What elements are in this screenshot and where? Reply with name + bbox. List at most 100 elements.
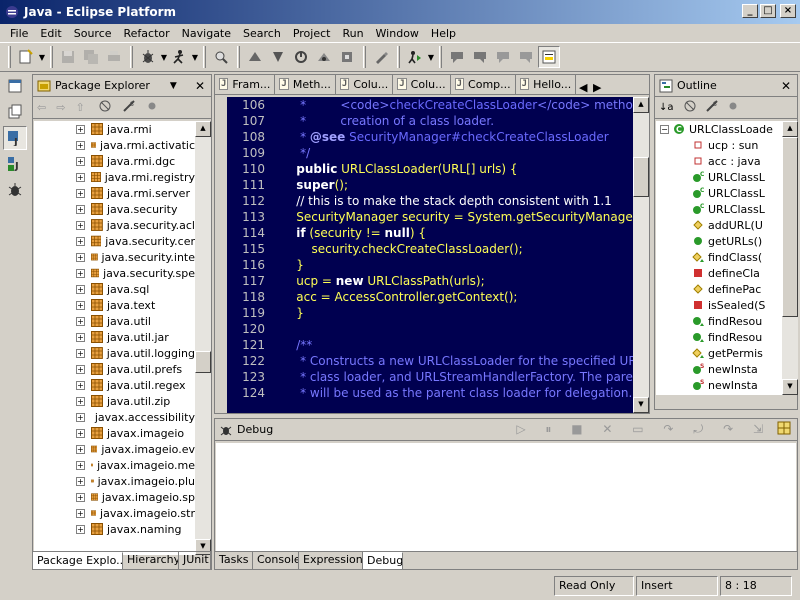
package-tree-item[interactable]: + javax.accessibility xyxy=(34,409,195,425)
new-wizard-icon[interactable] xyxy=(15,46,37,68)
hide-nonpublic-icon[interactable] xyxy=(728,101,738,114)
expand-icon[interactable]: + xyxy=(76,236,85,246)
scroll-down-icon[interactable]: ▼ xyxy=(782,379,798,395)
new-dropdown-arrow[interactable]: ▼ xyxy=(38,46,46,68)
outline-item[interactable]: C URLClassL xyxy=(656,169,782,185)
outline-item[interactable]: SnewInsta xyxy=(656,377,782,393)
debug-icon[interactable] xyxy=(137,46,159,68)
menu-edit[interactable]: Edit xyxy=(34,27,67,40)
collapse-icon[interactable] xyxy=(147,101,157,114)
expand-icon[interactable]: + xyxy=(76,476,85,486)
expand-icon[interactable]: + xyxy=(76,252,85,262)
expand-icon[interactable]: + xyxy=(76,124,85,134)
package-tree-item[interactable]: + java.util.logging xyxy=(34,345,195,361)
forward-icon[interactable] xyxy=(515,46,537,68)
debug-content[interactable] xyxy=(216,443,796,551)
package-tree-item[interactable]: + javax.imageio.ev xyxy=(34,441,195,457)
package-tree-item[interactable]: + java.rmi.registry xyxy=(34,169,195,185)
editor-tab[interactable]: J Comp... xyxy=(451,74,516,94)
outline-item[interactable]: findResou xyxy=(656,313,782,329)
package-tree-item[interactable]: + java.rmi.server xyxy=(34,185,195,201)
close-view-icon[interactable]: ✕ xyxy=(781,79,791,93)
debug-perspective-icon[interactable] xyxy=(3,178,27,202)
up-icon[interactable]: ⇧ xyxy=(75,101,84,114)
expand-icon[interactable]: + xyxy=(76,380,85,390)
scrollbar-thumb[interactable] xyxy=(782,137,798,317)
run-dropdown-arrow[interactable]: ▼ xyxy=(191,46,199,68)
java-browsing-perspective-icon[interactable]: J xyxy=(3,152,27,176)
package-tree-item[interactable]: + java.security.cer xyxy=(34,233,195,249)
expand-icon[interactable]: + xyxy=(76,284,85,294)
view-menu-icon[interactable]: ▼ xyxy=(170,81,177,91)
edit-icon[interactable] xyxy=(370,46,392,68)
expand-icon[interactable]: + xyxy=(76,428,85,438)
package-tree-item[interactable]: + javax.imageio xyxy=(34,425,195,441)
expand-icon[interactable]: + xyxy=(76,364,85,374)
outline-item[interactable]: − C URLClassLoade xyxy=(656,121,782,137)
tab-junit[interactable]: JUnit xyxy=(179,552,211,569)
editor-tab[interactable]: J Colu... xyxy=(393,74,451,94)
outline-item[interactable]: getURLs() xyxy=(656,233,782,249)
expand-icon[interactable]: + xyxy=(76,156,85,166)
java-perspective-icon[interactable]: J xyxy=(3,126,27,150)
editor-tab[interactable]: J Fram... xyxy=(215,74,276,94)
scroll-up-icon[interactable]: ▲ xyxy=(782,121,798,137)
open-perspective-icon[interactable] xyxy=(3,74,27,98)
expand-icon[interactable]: + xyxy=(76,524,85,534)
package-tree-item[interactable]: + java.security.spe xyxy=(34,265,195,281)
expand-icon[interactable]: + xyxy=(76,348,85,358)
show-references-icon[interactable] xyxy=(313,46,335,68)
outline-item[interactable]: findClass( xyxy=(656,249,782,265)
outline-item[interactable]: ucp : sun xyxy=(656,137,782,153)
package-tree-scrollbar[interactable]: ▲ ▼ xyxy=(195,121,211,555)
menu-file[interactable]: File xyxy=(4,27,34,40)
expand-icon[interactable]: + xyxy=(76,220,85,230)
expand-icon[interactable]: + xyxy=(76,508,85,518)
expand-icon[interactable]: + xyxy=(76,492,85,502)
expand-icon[interactable]: + xyxy=(76,332,85,342)
debug-view-menu-icon[interactable] xyxy=(777,421,791,438)
save-icon[interactable] xyxy=(57,46,79,68)
package-tree-item[interactable]: + java.security xyxy=(34,201,195,217)
forward-arrow-icon[interactable]: ⇨ xyxy=(56,101,65,114)
outline-item[interactable]: SnewInsta xyxy=(656,361,782,377)
menu-search[interactable]: Search xyxy=(237,27,287,40)
close-view-icon[interactable]: ✕ xyxy=(195,79,205,93)
save-all-icon[interactable] xyxy=(80,46,102,68)
expand-icon[interactable]: + xyxy=(76,396,85,406)
minimize-button[interactable]: _ xyxy=(742,4,758,18)
package-tree-item[interactable]: + java.sql xyxy=(34,281,195,297)
menu-refactor[interactable]: Refactor xyxy=(118,27,176,40)
back-arrow-icon[interactable]: ⇦ xyxy=(37,101,46,114)
package-tree-item[interactable]: + java.rmi.activatic xyxy=(34,137,195,153)
package-tree-item[interactable]: + javax.imageio.plu xyxy=(34,473,195,489)
print-icon[interactable] xyxy=(103,46,125,68)
debug-dropdown-arrow[interactable]: ▼ xyxy=(160,46,168,68)
expand-icon[interactable]: + xyxy=(76,316,85,326)
tab-tasks[interactable]: Tasks xyxy=(215,552,253,569)
run-last-dropdown-arrow[interactable]: ▼ xyxy=(427,46,435,68)
editor-scrollbar[interactable]: ▲ ▼ xyxy=(633,97,649,413)
close-button[interactable]: × xyxy=(780,4,796,18)
package-tree-item[interactable]: + java.rmi xyxy=(34,121,195,137)
expand-icon[interactable]: + xyxy=(76,172,85,182)
package-tree-item[interactable]: + java.util.jar xyxy=(34,329,195,345)
menu-navigate[interactable]: Navigate xyxy=(176,27,237,40)
editor-tab[interactable]: J Colu... xyxy=(336,74,394,94)
outline-item[interactable]: isSealed(S xyxy=(656,297,782,313)
tab-left-arrow-icon[interactable]: ◀ xyxy=(576,81,590,94)
collapse-icon[interactable]: − xyxy=(660,124,669,134)
editor-tab[interactable]: J Hello... xyxy=(516,74,577,94)
package-tree-item[interactable]: + java.util.regex xyxy=(34,377,195,393)
run-icon[interactable] xyxy=(168,46,190,68)
expand-icon[interactable]: + xyxy=(76,444,85,454)
scroll-down-icon[interactable]: ▼ xyxy=(633,397,649,413)
debug-toolbar-icons[interactable]: ▷ ⏸ ■ ✕ ▭ ↷ ⤾ ↷ ⇲ xyxy=(516,422,771,437)
scroll-up-icon[interactable]: ▲ xyxy=(195,121,211,137)
hide-static-icon[interactable]: S xyxy=(705,100,718,115)
open-declaration-icon[interactable] xyxy=(290,46,312,68)
package-tree-item[interactable]: + java.util xyxy=(34,313,195,329)
tab-hierarchy[interactable]: Hierarchy xyxy=(123,552,179,569)
expand-icon[interactable]: + xyxy=(76,204,85,214)
package-tree-item[interactable]: + javax.imageio.me xyxy=(34,457,195,473)
